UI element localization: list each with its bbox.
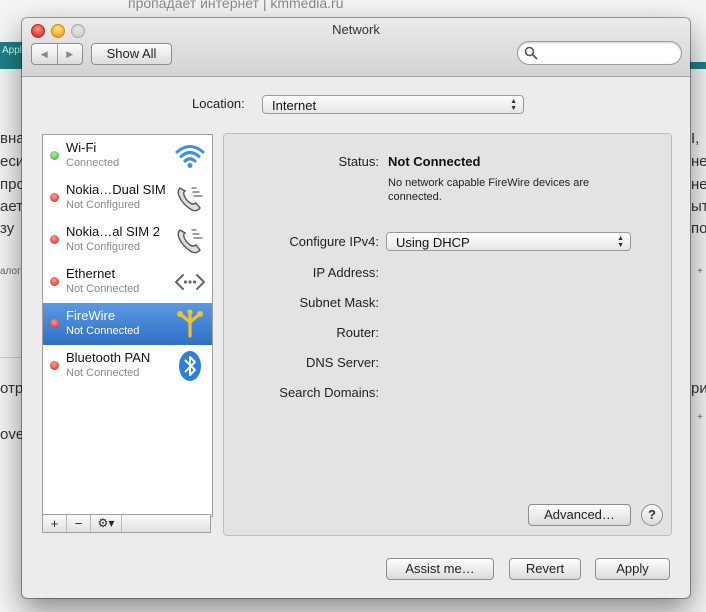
service-list-toolbar: + − ⚙▾ [42, 514, 211, 533]
location-value: Internet [272, 98, 317, 113]
service-status: Not Configured [66, 199, 140, 211]
service-name: Nokia…Dual SIM [66, 182, 166, 197]
bg-text-right: + [697, 412, 703, 423]
subnet-mask-label: Subnet Mask: [299, 295, 380, 310]
bg-text-right: + [697, 266, 703, 277]
forward-button[interactable]: ▶ [56, 44, 83, 64]
apply-button[interactable]: Apply [595, 558, 670, 580]
show-all-button[interactable]: Show All [91, 43, 172, 65]
bg-text-left: вна [0, 130, 25, 147]
assist-me-button[interactable]: Assist me… [386, 558, 494, 580]
bg-divider [0, 357, 22, 358]
service-status: Connected [66, 157, 120, 169]
service-name: Bluetooth PAN [66, 350, 151, 365]
service-status: Not Connected [66, 367, 140, 379]
service-item-nokia-dual-sim[interactable]: Nokia…Dual SIM Not Configured [43, 177, 212, 219]
phone-icon [177, 229, 203, 254]
bg-text-left: алог [0, 266, 21, 277]
search-domains-label: Search Domains: [279, 385, 379, 400]
title-bar: Network ◀ ▶ Show All [22, 18, 690, 77]
bg-text-left: ает [0, 198, 24, 215]
back-button[interactable]: ◀ [32, 44, 57, 64]
status-dot [50, 319, 59, 328]
service-name: FireWire [66, 308, 116, 323]
service-name: Ethernet [66, 266, 116, 281]
updown-arrows-icon: ▲ ▼ [617, 235, 624, 249]
location-select[interactable]: Internet ▲ ▼ [262, 95, 524, 114]
status-value: Not Connected [388, 154, 481, 169]
service-detail-panel: Status: Not Connected No network capable… [223, 133, 672, 536]
location-label: Location: [192, 96, 245, 111]
bg-text-left: ove [0, 426, 25, 443]
updown-arrows-icon: ▲ ▼ [510, 98, 517, 112]
bg-text-right: риг [691, 380, 706, 397]
service-item-ethernet[interactable]: Ethernet Not Connected [43, 261, 212, 303]
bg-text-right: нер [691, 176, 706, 193]
service-status: Not Connected [66, 325, 140, 337]
status-dot [50, 151, 59, 160]
bg-text-right: ыт [691, 198, 706, 215]
chevron-left-icon: ◀ [40, 48, 48, 59]
router-label: Router: [336, 325, 379, 340]
chevron-right-icon: ▶ [66, 48, 74, 59]
advanced-button[interactable]: Advanced… [528, 504, 631, 526]
service-status: Not Connected [66, 283, 140, 295]
service-item-wifi[interactable]: Wi-Fi Connected [43, 135, 212, 177]
phone-icon [177, 187, 203, 212]
bg-text-right: по [691, 220, 706, 237]
add-service-button[interactable]: + [43, 515, 67, 532]
service-item-bluetooth-pan[interactable]: Bluetooth PAN Not Connected [43, 345, 212, 387]
search-field[interactable] [517, 41, 682, 65]
status-dot [50, 235, 59, 244]
revert-button[interactable]: Revert [509, 558, 581, 580]
dns-server-label: DNS Server: [306, 355, 379, 370]
service-name: Nokia…al SIM 2 [66, 224, 160, 239]
service-item-firewire[interactable]: FireWire Not Connected [43, 303, 212, 345]
status-description: No network capable FireWire devices are … [388, 177, 590, 203]
window-title: Network [332, 22, 380, 37]
network-preferences-window: Network ◀ ▶ Show All Location: Internet … [22, 18, 690, 598]
service-list: Wi-Fi Connected Nokia…Dual SIM Not Confi… [42, 134, 213, 517]
bg-text-left: зу [0, 220, 15, 237]
configure-ipv4-label: Configure IPv4: [289, 234, 379, 249]
service-status: Not Configured [66, 241, 140, 253]
bg-text-right: нер [691, 153, 706, 170]
background-page-title: пропадает интернет | kmmedia.ru [128, 0, 344, 11]
bg-text-left: еси [0, 153, 25, 170]
firewire-icon [177, 309, 203, 338]
browser-bar [0, 0, 706, 14]
ethernet-icon [175, 274, 205, 290]
gear-icon: ⚙▾ [97, 516, 115, 530]
status-label: Status: [338, 154, 379, 169]
ip-address-label: IP Address: [312, 265, 379, 280]
status-dot [50, 193, 59, 202]
bg-text-left: отр [0, 380, 24, 397]
back-forward-buttons: ◀ ▶ [31, 43, 83, 65]
status-dot [50, 277, 59, 286]
help-button[interactable]: ? [641, 504, 663, 526]
service-name: Wi-Fi [66, 140, 97, 155]
bluetooth-icon [179, 351, 201, 381]
remove-service-button[interactable]: − [67, 515, 91, 532]
configure-ipv4-select[interactable]: Using DHCP ▲ ▼ [386, 232, 631, 251]
bg-text-right: I, [691, 130, 700, 147]
service-item-nokia-sim-2[interactable]: Nokia…al SIM 2 Not Configured [43, 219, 212, 261]
configure-ipv4-value: Using DHCP [396, 235, 470, 250]
search-icon [524, 46, 538, 60]
status-dot [50, 361, 59, 370]
gear-menu-button[interactable]: ⚙▾ [91, 515, 122, 532]
wifi-icon [175, 145, 205, 168]
